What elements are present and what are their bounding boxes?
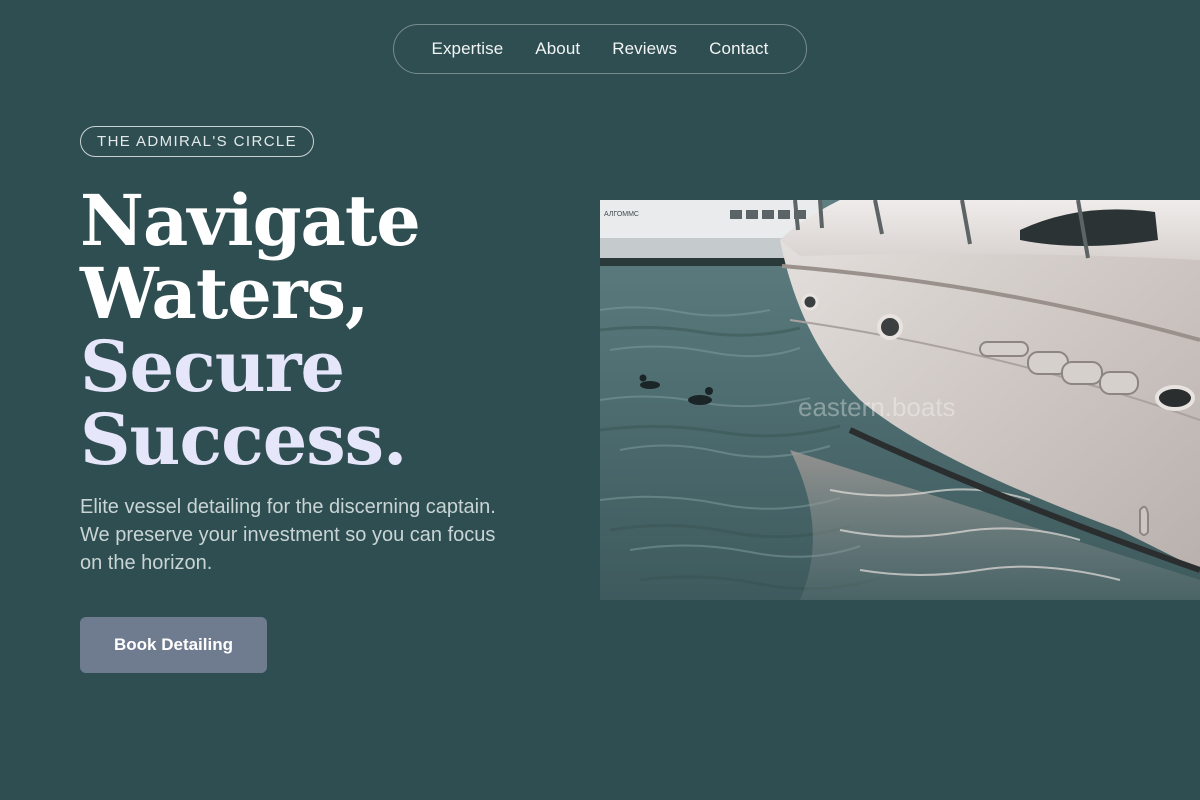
headline-line-1: Navigate	[80, 179, 421, 262]
hero-subtext: Elite vessel detailing for the discernin…	[80, 496, 496, 574]
section-badge: THE ADMIRAL'S CIRCLE	[80, 126, 315, 157]
nav-link-reviews[interactable]: Reviews	[612, 39, 677, 59]
nav-link-expertise[interactable]: Expertise	[432, 39, 504, 59]
image-watermark: eastern.boats	[798, 392, 956, 422]
main-nav: Expertise About Reviews Contact	[393, 24, 807, 74]
headline-line-3: Secure	[80, 325, 345, 408]
distant-boat-name: АЛГОММС	[604, 211, 639, 218]
headline-line-2: Waters,	[80, 252, 369, 335]
nav-link-contact[interactable]: Contact	[709, 39, 768, 59]
book-detailing-button[interactable]: Book Detailing	[80, 617, 267, 673]
hero-headline: Navigate Waters, Secure Success.	[80, 184, 550, 476]
nav-link-about[interactable]: About	[535, 39, 580, 59]
headline-line-4: Success.	[80, 398, 407, 481]
hero-yacht-image: АЛГОММС eastern.boats	[600, 200, 1200, 600]
